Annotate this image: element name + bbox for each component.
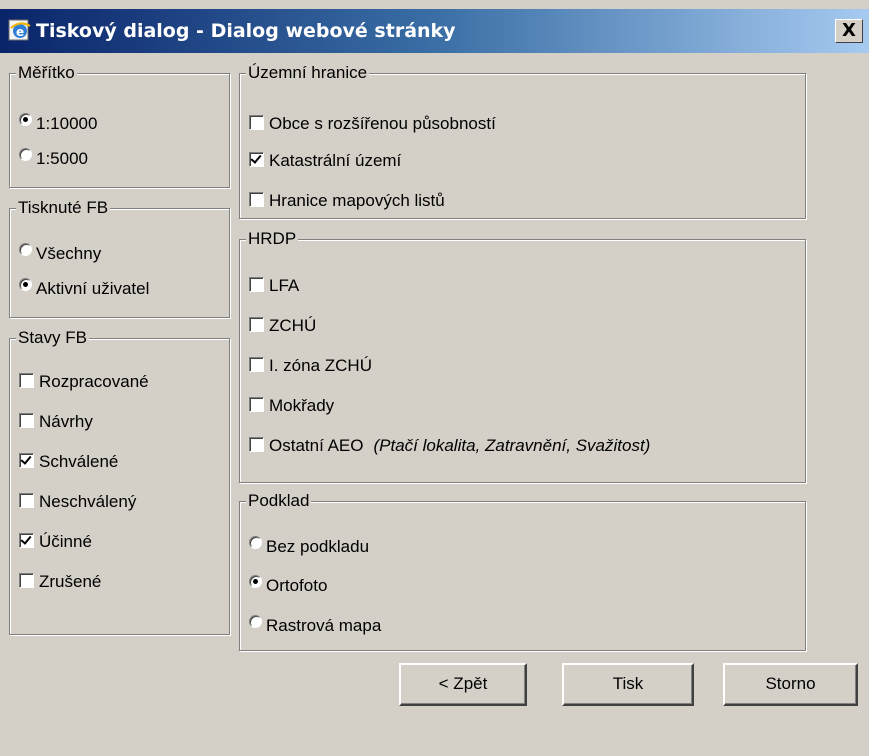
checkbox[interactable] (19, 532, 34, 548)
internet-explorer-icon: e (8, 19, 31, 41)
back-button[interactable]: < Zpět (399, 663, 527, 706)
hrdp-label: ZCHÚ (269, 316, 317, 335)
fb-state-label: Návrhy (39, 412, 93, 431)
hrdp-note: (Ptačí lokalita, Zatravnění, Svažitost) (373, 436, 651, 455)
checkbox[interactable] (19, 412, 34, 428)
hrdp-label: Mokřady (269, 396, 335, 415)
printed-fb-option-label: Všechny (36, 244, 102, 263)
hrdp-group: HRDP LFA ZCHÚ I. zóna ZCHÚ Mokřady Ostat… (239, 229, 806, 483)
hrdp-group-legend: HRDP (246, 229, 299, 249)
fb-state-label: Schválené (39, 452, 119, 471)
background-layer-group-legend: Podklad (246, 491, 312, 511)
boundaries-group: Územní hranice Obce s rozšířenou působno… (239, 63, 806, 219)
checkbox[interactable] (249, 316, 264, 332)
scale-group: Měřítko 1:10000 1:5000 (9, 63, 230, 188)
hrdp-label: LFA (269, 276, 300, 295)
radio-button[interactable] (249, 614, 262, 628)
fb-state-label: Rozpracované (39, 372, 149, 391)
scale-option-10000[interactable]: 1:10000 (19, 112, 97, 136)
background-orthophoto[interactable]: Ortofoto (249, 574, 327, 598)
background-none[interactable]: Bez podkladu (249, 535, 369, 559)
hrdp-ostatni-aeo[interactable]: Ostatní AEO (Ptačí lokalita, Zatravnění,… (249, 434, 650, 458)
hrdp-mokrady[interactable]: Mokřady (249, 394, 334, 418)
checkbox[interactable] (19, 492, 34, 508)
boundary-label: Obce s rozšířenou působností (269, 114, 496, 133)
printed-fb-option-all[interactable]: Všechny (19, 242, 101, 266)
boundary-obce-orp[interactable]: Obce s rozšířenou působností (249, 112, 496, 136)
fb-state-rozpracovane[interactable]: Rozpracované (19, 370, 149, 394)
boundary-label: Hranice mapových listů (269, 191, 445, 210)
boundaries-group-legend: Územní hranice (246, 63, 370, 83)
boundary-label: Katastrální území (269, 151, 402, 170)
checkbox[interactable] (249, 151, 264, 167)
cancel-button[interactable]: Storno (723, 663, 858, 706)
fb-state-ucinne[interactable]: Účinné (19, 530, 92, 554)
background-option-label: Bez podkladu (266, 537, 370, 556)
scale-option-5000[interactable]: 1:5000 (19, 147, 88, 171)
svg-text:e: e (16, 25, 24, 39)
print-dialog-window: e Tiskový dialog - Dialog webové stránky… (0, 0, 869, 756)
fb-states-group-legend: Stavy FB (16, 328, 89, 348)
dialog-body: Měřítko 1:10000 1:5000 Tisknuté FB Všech… (0, 53, 869, 756)
boundary-katastralni-uzemi[interactable]: Katastrální území (249, 149, 401, 173)
printed-fb-option-label: Aktivní uživatel (36, 279, 150, 298)
checkbox[interactable] (249, 191, 264, 207)
fb-state-neschvaleny[interactable]: Neschválený (19, 490, 136, 514)
radio-button[interactable] (19, 147, 32, 161)
checkbox[interactable] (249, 356, 264, 372)
scale-group-legend: Měřítko (16, 63, 77, 83)
fb-state-label: Účinné (39, 532, 92, 551)
radio-button[interactable] (19, 277, 32, 291)
printed-fb-group-legend: Tisknuté FB (16, 198, 111, 218)
background-option-label: Ortofoto (266, 576, 328, 595)
printed-fb-option-active-user[interactable]: Aktivní uživatel (19, 277, 149, 301)
radio-button[interactable] (249, 574, 262, 588)
printed-fb-group: Tisknuté FB Všechny Aktivní uživatel (9, 198, 230, 318)
boundary-mapove-listy[interactable]: Hranice mapových listů (249, 189, 445, 213)
hrdp-label: I. zóna ZCHÚ (269, 356, 372, 375)
hrdp-lfa[interactable]: LFA (249, 274, 299, 298)
fb-state-navrhy[interactable]: Návrhy (19, 410, 93, 434)
radio-button[interactable] (249, 535, 262, 549)
window-title: Tiskový dialog - Dialog webové stránky (36, 20, 456, 42)
checkbox[interactable] (19, 572, 34, 588)
close-button[interactable]: X (835, 19, 863, 43)
fb-state-zrusene[interactable]: Zrušené (19, 570, 101, 594)
radio-button[interactable] (19, 112, 32, 126)
print-button[interactable]: Tisk (562, 663, 694, 706)
title-bar[interactable]: e Tiskový dialog - Dialog webové stránky… (0, 9, 869, 53)
checkbox[interactable] (249, 276, 264, 292)
checkbox[interactable] (19, 452, 34, 468)
fb-state-label: Zrušené (39, 572, 102, 591)
checkbox[interactable] (249, 114, 264, 130)
fb-state-label: Neschválený (39, 492, 137, 511)
background-raster-map[interactable]: Rastrová mapa (249, 614, 381, 638)
hrdp-i-zona-zchu[interactable]: I. zóna ZCHÚ (249, 354, 372, 378)
checkbox[interactable] (249, 396, 264, 412)
hrdp-label: Ostatní AEO (269, 436, 364, 455)
close-icon: X (842, 20, 856, 41)
checkbox[interactable] (249, 436, 264, 452)
hrdp-zchu[interactable]: ZCHÚ (249, 314, 316, 338)
fb-state-schvalene[interactable]: Schválené (19, 450, 118, 474)
checkbox[interactable] (19, 372, 34, 388)
background-layer-group: Podklad Bez podkladu Ortofoto Rastrová m… (239, 491, 806, 651)
background-option-label: Rastrová mapa (266, 616, 382, 635)
fb-states-group: Stavy FB Rozpracované Návrhy Schválené N… (9, 328, 230, 635)
scale-option-label: 1:5000 (36, 149, 88, 168)
radio-button[interactable] (19, 242, 32, 256)
scale-option-label: 1:10000 (36, 114, 98, 133)
